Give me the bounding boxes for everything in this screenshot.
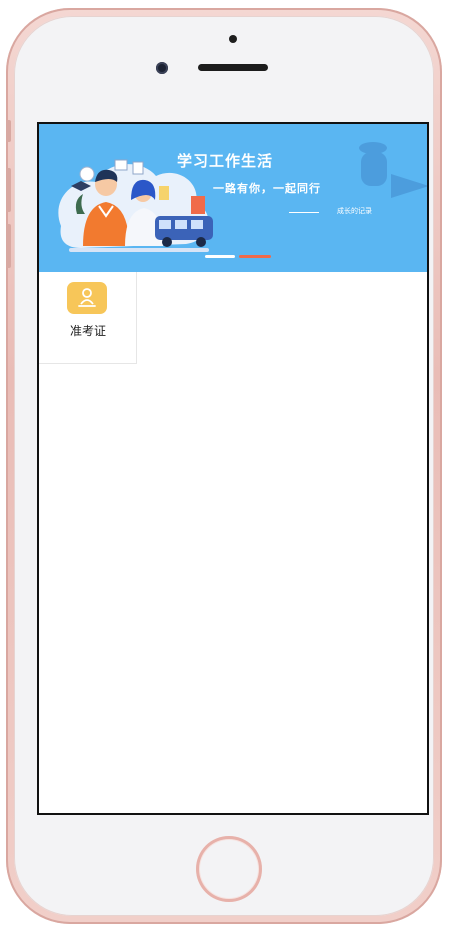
admission-ticket-icon [67,282,107,314]
study-illustration-icon [58,159,213,252]
proximity-sensor [229,35,237,43]
banner-note: 成长的记录 [337,208,372,215]
watermark-figure-icon [359,142,427,198]
volume-up-button [6,168,11,212]
banner-title: 学习工作生活 [177,153,274,170]
carousel-indicator-1[interactable] [205,255,235,258]
banner-divider [289,212,319,213]
app-screen: 学习工作生活 一路有你，一起同行 成长的记录 准考证 [37,122,429,815]
volume-down-button [6,224,11,268]
grid-item-label: 准考证 [69,324,106,338]
carousel-indicator-2[interactable] [239,255,271,258]
banner-carousel[interactable]: 学习工作生活 一路有你，一起同行 成长的记录 [39,124,427,272]
home-button[interactable] [196,836,262,902]
banner-subtitle: 一路有你，一起同行 [213,183,321,195]
front-camera-icon [156,62,168,74]
grid-item-admission-ticket[interactable]: 准考证 [39,272,137,364]
earpiece-speaker [198,64,268,71]
mute-switch [6,120,11,142]
